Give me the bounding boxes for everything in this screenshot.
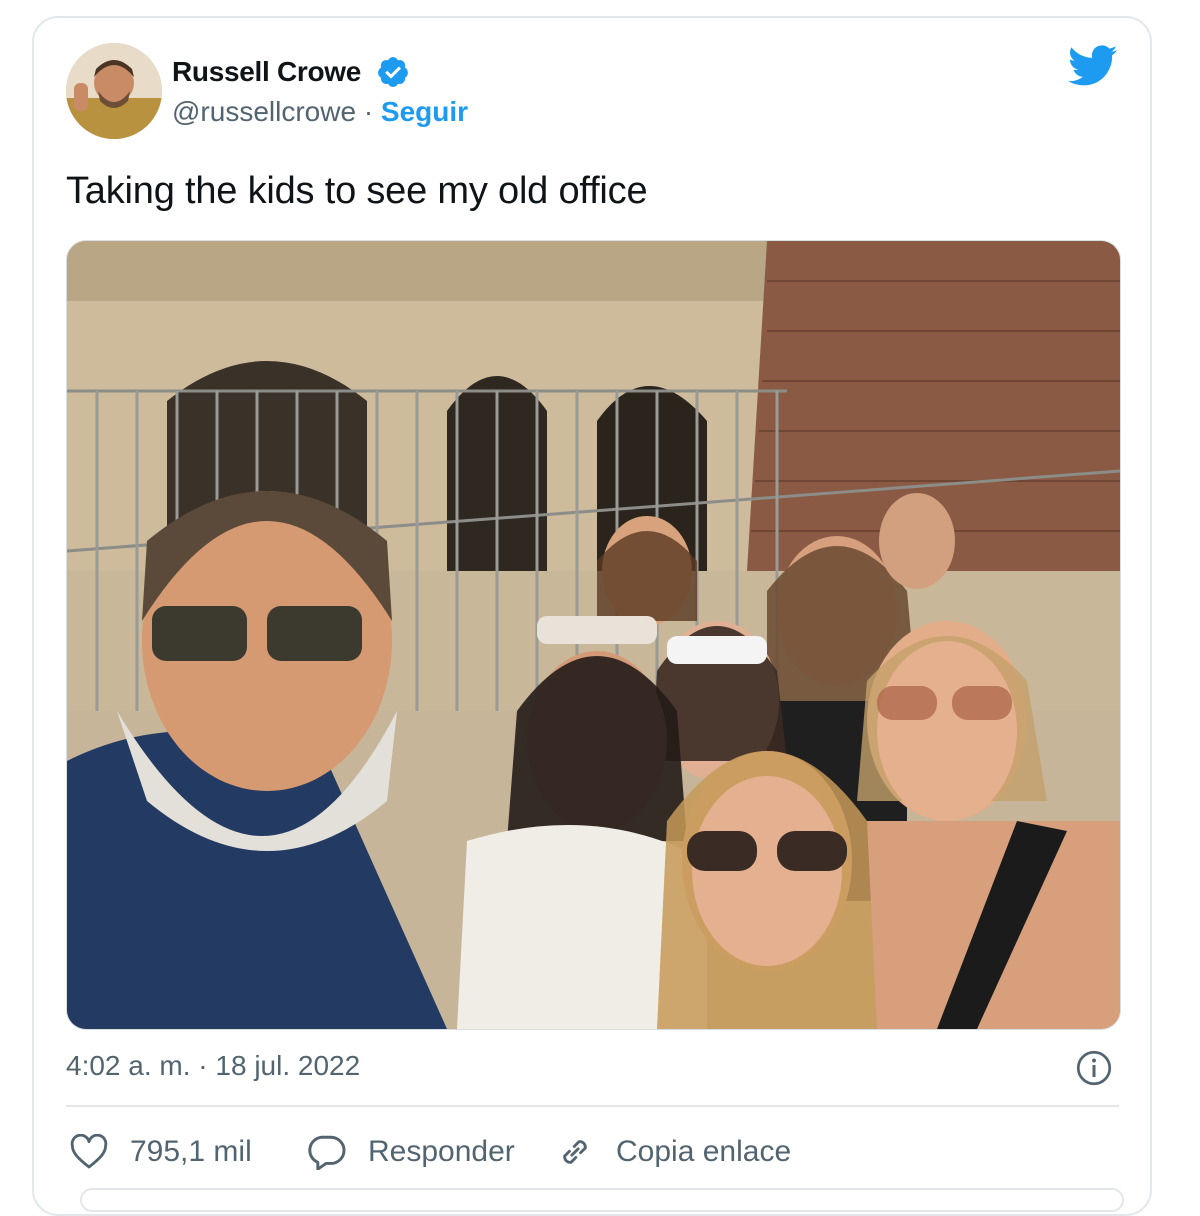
copy-link-label: Copia enlace: [616, 1135, 792, 1168]
speech-bubble-icon: [308, 1135, 346, 1170]
read-replies-button[interactable]: [80, 1188, 1124, 1212]
copy-link-button[interactable]: Copia enlace: [556, 1130, 791, 1174]
link-icon: [563, 1140, 587, 1164]
tweet-text: Taking the kids to see my old office: [66, 170, 648, 212]
reply-button[interactable]: Responder: [306, 1130, 515, 1174]
author-name[interactable]: Russell Crowe: [172, 56, 361, 88]
reply-label: Responder: [368, 1135, 515, 1168]
tweet-timestamp[interactable]: 4:02 a. m. · 18 jul. 2022: [66, 1050, 360, 1082]
follow-button[interactable]: Seguir: [381, 96, 468, 127]
author-avatar[interactable]: [66, 43, 162, 139]
info-icon[interactable]: [1076, 1050, 1112, 1086]
verified-badge-icon: [378, 57, 408, 87]
handle-separator: ·: [363, 96, 374, 127]
divider: [66, 1105, 1119, 1107]
twitter-bird-icon[interactable]: [1068, 44, 1118, 88]
like-count: 795,1 mil: [130, 1135, 252, 1168]
heart-icon: [70, 1134, 108, 1169]
tweet-photo[interactable]: [66, 240, 1121, 1030]
handle-row: @russellcrowe · Seguir: [172, 96, 468, 128]
like-button[interactable]: 795,1 mil: [70, 1130, 252, 1174]
author-handle[interactable]: @russellcrowe: [172, 96, 356, 127]
